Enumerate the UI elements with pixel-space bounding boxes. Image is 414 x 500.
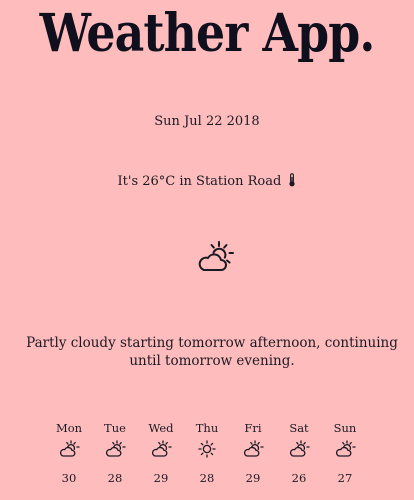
forecast-day-name: Thu [195, 421, 219, 435]
weather-summary: Partly cloudy starting tomorrow afternoo… [26, 335, 398, 369]
thermometer-icon [288, 173, 296, 194]
forecast-day-temp: 28 [199, 471, 215, 485]
weekly-forecast: Mon 30 Tue 28 Wed 29 Thu 28 Fri 29 Sat 2… [46, 420, 368, 490]
forecast-day-temp: 28 [107, 471, 123, 485]
forecast-day: Thu 28 [184, 420, 230, 486]
partly-cloudy-day-icon [58, 440, 80, 458]
forecast-day: Sat 26 [276, 420, 322, 486]
forecast-day-name: Wed [148, 421, 174, 435]
forecast-day: Wed 29 [138, 420, 184, 486]
forecast-day-temp: 26 [291, 471, 307, 485]
current-location-line: It's 26°C in Station Road [0, 172, 414, 194]
app-title: Weather App. [39, 3, 376, 64]
forecast-day: Sun 27 [322, 420, 368, 486]
partly-cloudy-day-icon [242, 440, 264, 458]
partly-cloudy-day-icon [104, 440, 126, 458]
partly-cloudy-day-icon [334, 440, 356, 458]
current-location-text: It's 26°C in Station Road [117, 174, 282, 189]
forecast-day-name: Sun [333, 421, 357, 435]
partly-cloudy-day-icon [150, 440, 172, 458]
forecast-day-temp: 27 [337, 471, 353, 485]
partly-cloudy-day-icon [288, 440, 310, 458]
forecast-day-temp: 29 [153, 471, 169, 485]
forecast-day-name: Mon [55, 421, 83, 435]
weather-app: Weather App. Sun Jul 22 2018 It's 26°C i… [0, 0, 414, 500]
forecast-day-temp: 29 [245, 471, 261, 485]
forecast-day-name: Sat [289, 421, 309, 435]
partly-cloudy-day-icon [195, 240, 235, 274]
forecast-day: Tue 28 [92, 420, 138, 486]
sun-icon [196, 440, 218, 458]
forecast-day-temp: 30 [61, 471, 77, 485]
current-date: Sun Jul 22 2018 [154, 114, 260, 129]
forecast-day: Fri 29 [230, 420, 276, 486]
forecast-day-name: Tue [104, 421, 126, 435]
forecast-day: Mon 30 [46, 420, 92, 486]
forecast-day-name: Fri [244, 421, 262, 435]
